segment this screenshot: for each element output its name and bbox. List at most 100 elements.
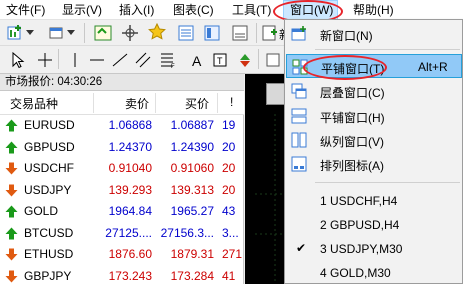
menu-help[interactable]: 帮助(H) xyxy=(353,2,394,18)
menu-view[interactable]: 显示(V) xyxy=(62,2,102,18)
menu-bar: 文件(F) 显示(V) 插入(I) 图表(C) 工具(T) 窗口(W) 帮助(H… xyxy=(0,0,463,20)
table-row[interactable]: GOLD 1964.84 1965.27 43 xyxy=(0,201,244,222)
symbol-cell: ETHUSD xyxy=(24,247,74,261)
tile-horizontal-icon xyxy=(291,108,307,124)
market-watch-icon[interactable] xyxy=(94,24,112,42)
menu-item-label: 新窗口(N) xyxy=(320,29,373,43)
spread-cell: 43 xyxy=(222,204,236,218)
market-watch-title: 市场报价: 04:30:26 xyxy=(0,74,244,91)
chevron-down-icon[interactable] xyxy=(67,30,75,36)
text-tool-icon[interactable]: A xyxy=(188,51,206,69)
table-row[interactable]: USDJPY 139.293 139.313 20 xyxy=(0,180,244,201)
bid-cell: 173.243 xyxy=(108,268,152,283)
svg-text:A: A xyxy=(192,53,202,69)
channel-icon[interactable] xyxy=(134,51,152,69)
spread-cell: 19 xyxy=(222,118,236,132)
arrow-up-icon xyxy=(5,205,18,218)
arrow-down-icon xyxy=(5,248,18,261)
arrange-icons-icon xyxy=(291,156,307,172)
symbol-cell: GBPJPY xyxy=(24,268,72,283)
column-symbol[interactable]: 交易品种 xyxy=(10,95,58,112)
checkmark-icon: ✔ xyxy=(296,241,307,255)
period-icon[interactable] xyxy=(264,51,282,69)
column-spread[interactable]: ! xyxy=(230,95,233,109)
fibonacci-icon[interactable]: F xyxy=(158,51,176,69)
menu-item-label: 4 GOLD,M30 xyxy=(320,266,391,280)
spread-cell: 20 xyxy=(222,139,236,154)
svg-text:F: F xyxy=(171,64,175,69)
table-row[interactable]: USDCHF 0.91040 0.91060 20 xyxy=(0,158,244,179)
vertical-line-icon[interactable] xyxy=(66,51,84,69)
arrow-up-icon xyxy=(5,141,18,153)
menu-item-new-window[interactable]: 新窗口(N) xyxy=(286,22,462,46)
menu-chart[interactable]: 图表(C) xyxy=(173,2,214,18)
table-row[interactable]: EURUSD 1.06868 1.06887 19 xyxy=(0,115,244,136)
menu-item-tile-vertical[interactable]: 纵列窗口(V) xyxy=(286,128,462,152)
menu-insert[interactable]: 插入(I) xyxy=(119,2,154,18)
trendline-icon[interactable] xyxy=(111,51,129,69)
horizontal-line-icon[interactable] xyxy=(88,51,106,69)
menu-item-tile-horizontal[interactable]: 平铺窗口(H) xyxy=(286,104,462,128)
symbol-cell: GOLD xyxy=(24,204,59,218)
new-order-icon[interactable] xyxy=(261,24,279,42)
ask-cell: 1965.27 xyxy=(170,204,214,218)
table-row[interactable]: GBPUSD 1.24370 1.24390 20 xyxy=(0,137,244,158)
arrows-icon[interactable] xyxy=(236,51,254,69)
menu-item-label: 2 GBPUSD,H4 xyxy=(320,218,400,232)
menu-item-window-4[interactable]: 4 GOLD,M30 xyxy=(286,261,462,284)
menu-item-cascade-windows[interactable]: 层叠窗口(C) xyxy=(286,79,462,103)
text-label-icon[interactable]: T xyxy=(211,51,229,69)
menu-item-label: 排列图标(A) xyxy=(320,159,384,173)
bid-cell: 27125.... xyxy=(105,225,152,240)
bid-cell: 1876.60 xyxy=(108,247,152,261)
ask-cell: 139.313 xyxy=(170,182,214,197)
table-row[interactable]: ETHUSD 1876.60 1879.31 271 xyxy=(0,244,244,265)
market-watch-panel: 市场报价: 04:30:26 交易品种 卖价 买价 ! EURUSD 1.0686… xyxy=(0,74,244,284)
menu-item-label: 平铺窗口(H) xyxy=(320,111,385,125)
arrow-down-icon xyxy=(5,270,18,282)
new-window-icon xyxy=(291,26,306,41)
new-chart-icon[interactable] xyxy=(6,24,24,42)
symbol-cell: USDCHF xyxy=(24,161,74,175)
chevron-down-icon[interactable] xyxy=(26,30,34,36)
market-watch-header: 交易品种 卖价 买价 ! xyxy=(0,91,244,115)
column-bid[interactable]: 卖价 xyxy=(125,95,149,112)
menu-item-arrange-icons[interactable]: 排列图标(A) xyxy=(286,152,462,176)
menu-item-window-3[interactable]: ✔ 3 USDJPY,M30 xyxy=(286,237,462,261)
menu-item-label: 3 USDJPY,M30 xyxy=(320,242,403,256)
menu-item-window-2[interactable]: 2 GBPUSD,H4 xyxy=(286,213,462,237)
table-row[interactable]: GBPJPY 173.243 173.284 41 xyxy=(0,266,244,284)
bid-cell: 1964.84 xyxy=(108,204,152,218)
spread-cell: 20 xyxy=(222,182,236,197)
bid-cell: 1.24370 xyxy=(108,139,152,154)
favorites-star-icon[interactable] xyxy=(148,23,166,41)
column-ask[interactable]: 买价 xyxy=(185,95,209,112)
menu-item-window-1[interactable]: 1 USDCHF,H4 xyxy=(286,189,462,213)
terminal-icon[interactable] xyxy=(231,24,249,42)
ask-cell: 1.24390 xyxy=(170,139,214,154)
bid-cell: 0.91040 xyxy=(108,161,152,175)
data-window-icon[interactable] xyxy=(177,24,195,42)
tile-vertical-icon xyxy=(291,132,307,148)
annotation-circle-tile-windows xyxy=(303,55,387,80)
table-row[interactable]: BTCUSD 27125.... 27156.3... 3... xyxy=(0,223,244,244)
navigator-icon[interactable] xyxy=(203,24,221,42)
cascade-windows-icon xyxy=(291,83,307,99)
menu-item-label: 层叠窗口(C) xyxy=(320,86,385,100)
ask-cell: 173.284 xyxy=(170,268,214,283)
spread-cell: 3... xyxy=(222,225,239,240)
symbol-cell: BTCUSD xyxy=(24,225,74,240)
cursor-arrow-icon[interactable] xyxy=(9,51,27,69)
arrow-down-icon xyxy=(5,184,18,196)
menu-tools[interactable]: 工具(T) xyxy=(232,2,271,18)
ask-cell: 27156.3... xyxy=(160,225,214,240)
symbol-cell: EURUSD xyxy=(24,118,75,132)
menu-file[interactable]: 文件(F) xyxy=(6,2,45,18)
arrow-down-icon xyxy=(5,162,18,175)
crosshair-move-icon[interactable] xyxy=(121,24,139,42)
arrow-up-icon xyxy=(5,119,18,132)
arrow-up-icon xyxy=(5,227,18,239)
ask-cell: 1879.31 xyxy=(170,247,214,261)
crosshair-icon[interactable] xyxy=(36,51,54,69)
profiles-icon[interactable] xyxy=(48,24,66,42)
